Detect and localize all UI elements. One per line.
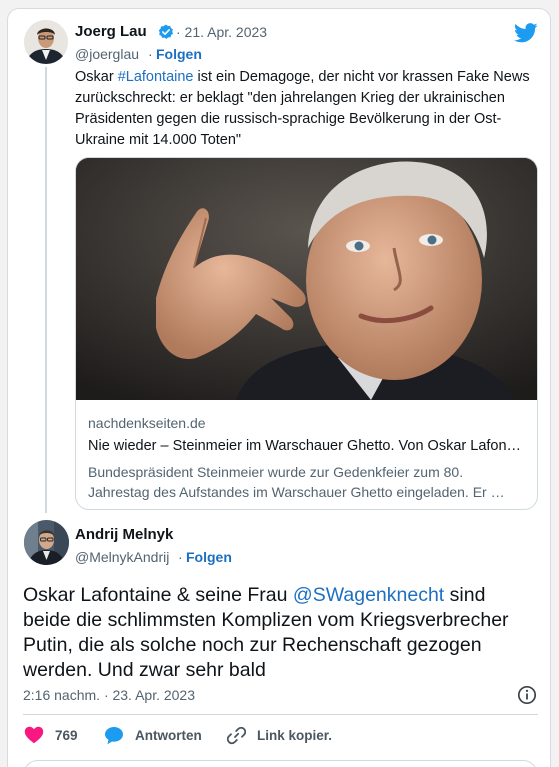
quoted-text-segment: ist ein Demagoge, der nicht vor krassen …: [193, 69, 530, 85]
main-tweet-text: Oskar Lafontaine & seine Frau @SWagenkne…: [23, 583, 543, 683]
main-follow-button[interactable]: Folgen: [186, 549, 232, 565]
main-author-avatar[interactable]: [24, 520, 69, 565]
reply-bubble-icon: [105, 727, 123, 745]
quoted-follow-button[interactable]: Folgen: [156, 46, 202, 62]
info-icon[interactable]: [517, 685, 537, 705]
main-text-line-2: beide die schlimmsten Komplizen vom Krie…: [23, 609, 509, 631]
main-handle-separator: ·: [178, 549, 183, 565]
main-text-line-1: Oskar Lafontaine & seine Frau @SWagenkne…: [23, 583, 543, 608]
quoted-author-name[interactable]: Joerg Lau: [75, 23, 147, 40]
avatar-portrait-image: [24, 20, 68, 64]
hashtag-link[interactable]: #Lafontaine: [118, 69, 194, 85]
link-preview-image: [76, 158, 537, 400]
main-author-name[interactable]: Andrij Melnyk: [75, 526, 173, 543]
link-icon: [227, 726, 246, 745]
copy-link-button[interactable]: Link kopier.: [227, 726, 332, 745]
like-button[interactable]: 769: [24, 726, 78, 744]
quoted-tweet-date[interactable]: · 21. Apr. 2023: [176, 24, 267, 40]
verified-badge-icon: [158, 24, 173, 39]
twitter-bird-icon[interactable]: [514, 23, 538, 43]
link-card-title[interactable]: Nie wieder – Steinmeier im Warschauer Gh…: [88, 438, 528, 454]
read-replies-button[interactable]: [23, 760, 538, 767]
link-card-desc-line-1: Bundespräsident Steinmeier wurde zur Ged…: [88, 464, 464, 480]
tweet-embed-card: Joerg Lau · 21. Apr. 2023 @joerglau · Fo…: [7, 8, 551, 767]
quoted-author-handle[interactable]: @joerglau: [75, 46, 139, 62]
main-author-handle[interactable]: @MelnykAndrij: [75, 549, 169, 565]
quoted-text-line-2: zurückschreckt: er beklagt "den jahrelan…: [75, 90, 505, 106]
thread-connector-line: [45, 67, 47, 513]
link-card-description: Bundespräsident Steinmeier wurde zur Ged…: [88, 462, 528, 502]
quoted-handle-separator: ·: [148, 46, 153, 62]
quoted-text-segment: Oskar: [75, 69, 118, 85]
heart-icon: [24, 726, 44, 744]
quoted-author-avatar[interactable]: [24, 20, 68, 64]
main-text-line-3: Putin, die als solche noch zur Rechensch…: [23, 634, 482, 656]
quoted-tweet-text: Oskar #Lafontaine ist ein Demagoge, der …: [75, 67, 545, 151]
link-preview-card[interactable]: nachdenkseiten.de Nie wieder – Steinmeie…: [75, 157, 538, 510]
link-card-desc-line-2: Jahrestag des Aufstandes im Warschauer G…: [88, 484, 505, 500]
quoted-text-line-3: Präsidenten gegen die russisch-sprachige…: [75, 111, 502, 127]
link-card-domain: nachdenkseiten.de: [88, 415, 206, 431]
reply-label: Antworten: [135, 728, 202, 743]
quoted-text-line-4: Ukraine mit 14.000 Toten": [75, 132, 242, 148]
like-count: 769: [55, 727, 78, 743]
main-tweet-timestamp[interactable]: 2:16 nachm. · 23. Apr. 2023: [23, 687, 195, 703]
quoted-text-line-1: Oskar #Lafontaine ist ein Demagoge, der …: [75, 67, 545, 88]
avatar-portrait-image: [24, 520, 69, 565]
main-text-segment: Oskar Lafontaine & seine Frau: [23, 584, 293, 606]
main-text-segment: sind: [444, 584, 486, 606]
copy-link-label: Link kopier.: [257, 728, 333, 743]
mention-link[interactable]: @SWagenknecht: [293, 584, 444, 606]
main-text-line-4: werden. Und zwar sehr bald: [23, 659, 266, 681]
portrait-photo: [76, 158, 537, 400]
reply-button[interactable]: Antworten: [104, 726, 202, 745]
divider: [23, 714, 538, 715]
